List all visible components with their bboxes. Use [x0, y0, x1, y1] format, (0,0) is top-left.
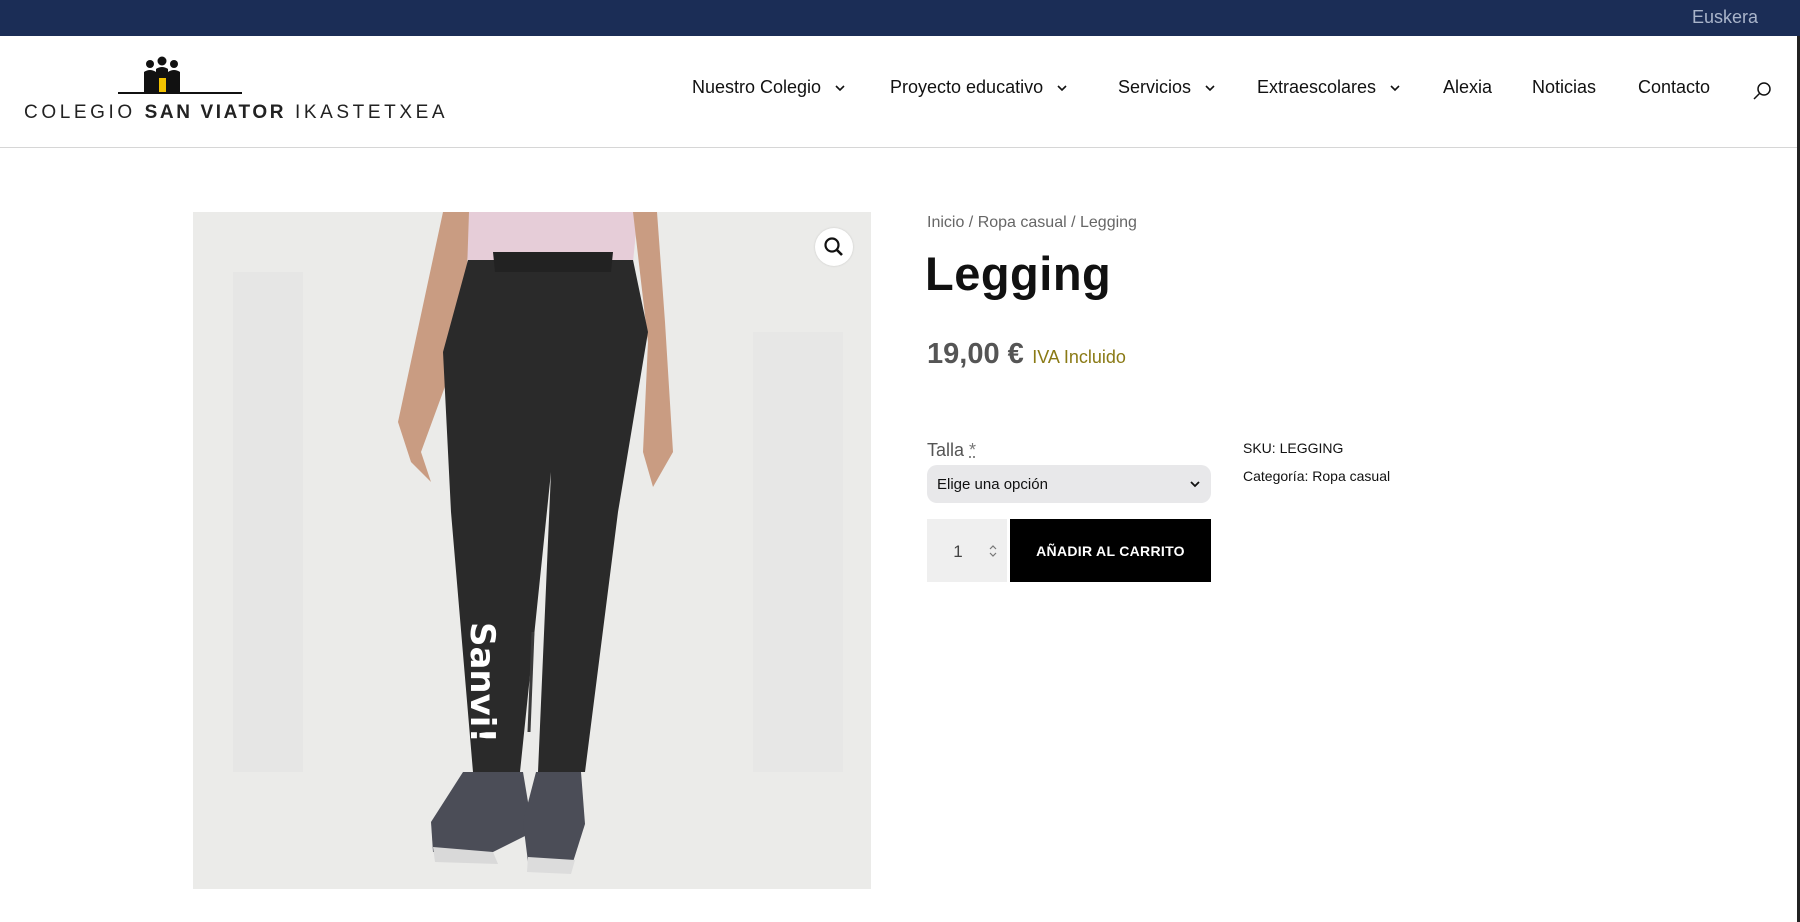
quantity-stepper	[927, 519, 1007, 584]
nav-item-alexia[interactable]: Alexia	[1443, 77, 1492, 98]
nav-item-contacto[interactable]: Contacto	[1638, 77, 1710, 98]
breadcrumb-current: Legging	[1080, 214, 1137, 231]
magnifier-icon	[824, 237, 843, 256]
logo-figures-icon	[144, 56, 180, 92]
chevron-down-icon	[1190, 481, 1200, 488]
price-row: 19,00 € IVA Incluido	[927, 338, 1126, 371]
breadcrumb-separator: /	[1066, 214, 1080, 231]
chevron-down-icon	[835, 84, 845, 91]
chevron-down-icon	[1390, 84, 1400, 91]
product-meta: SKU: LEGGING Categoría: Ropa casual	[1243, 440, 1390, 496]
nav-item-proyecto-educativo[interactable]: Proyecto educativo	[890, 77, 1068, 98]
size-label: Talla *	[927, 440, 977, 460]
category-link[interactable]: Ropa casual	[1312, 468, 1390, 484]
top-bar: Euskera	[0, 0, 1800, 36]
product-image[interactable]: Sanvi!	[193, 212, 871, 889]
chevron-down-icon	[1205, 84, 1215, 91]
nav-item-noticias[interactable]: Noticias	[1532, 77, 1596, 98]
zoom-button[interactable]	[815, 228, 853, 266]
add-to-cart-button[interactable]: AÑADIR AL CARRITO	[1010, 519, 1211, 582]
tax-note: IVA Incluido	[1032, 347, 1126, 367]
site-logo[interactable]: COLEGIO SAN VIATOR IKASTETXEA	[24, 56, 445, 136]
legging-print-text: Sanvi!	[462, 622, 502, 743]
size-select[interactable]: Elige una opción	[927, 465, 1211, 503]
required-mark: *	[969, 440, 977, 460]
chevron-down-icon	[1057, 84, 1067, 91]
logo-rule	[118, 92, 242, 94]
spinner-arrows-icon[interactable]	[987, 541, 999, 561]
legging-photo: Sanvi!	[193, 212, 871, 889]
search-icon[interactable]	[1752, 80, 1774, 102]
language-link[interactable]: Euskera	[1692, 7, 1758, 28]
product-title: Legging	[925, 247, 1112, 300]
sku-value: LEGGING	[1279, 440, 1344, 456]
nav-item-extraescolares[interactable]: Extraescolares	[1257, 77, 1401, 98]
size-select-value: Elige una opción	[937, 475, 1048, 493]
sku-line: SKU: LEGGING	[1243, 440, 1344, 456]
category-line: Categoría: Ropa casual	[1243, 468, 1391, 484]
nav-item-servicios[interactable]: Servicios	[1118, 77, 1216, 98]
nav-item-nuestro-colegio[interactable]: Nuestro Colegio	[692, 77, 846, 98]
site-header: COLEGIO SAN VIATOR IKASTETXEA Nuestro Co…	[0, 36, 1800, 148]
breadcrumb-separator: /	[964, 214, 978, 231]
breadcrumb-category[interactable]: Ropa casual	[978, 214, 1067, 231]
product-price: 19,00 €	[927, 338, 1024, 370]
breadcrumb: Inicio / Ropa casual / Legging	[927, 214, 1137, 232]
breadcrumb-home[interactable]: Inicio	[927, 214, 964, 231]
logo-text: COLEGIO SAN VIATOR IKASTETXEA	[24, 102, 449, 123]
quantity-input[interactable]	[927, 519, 989, 584]
